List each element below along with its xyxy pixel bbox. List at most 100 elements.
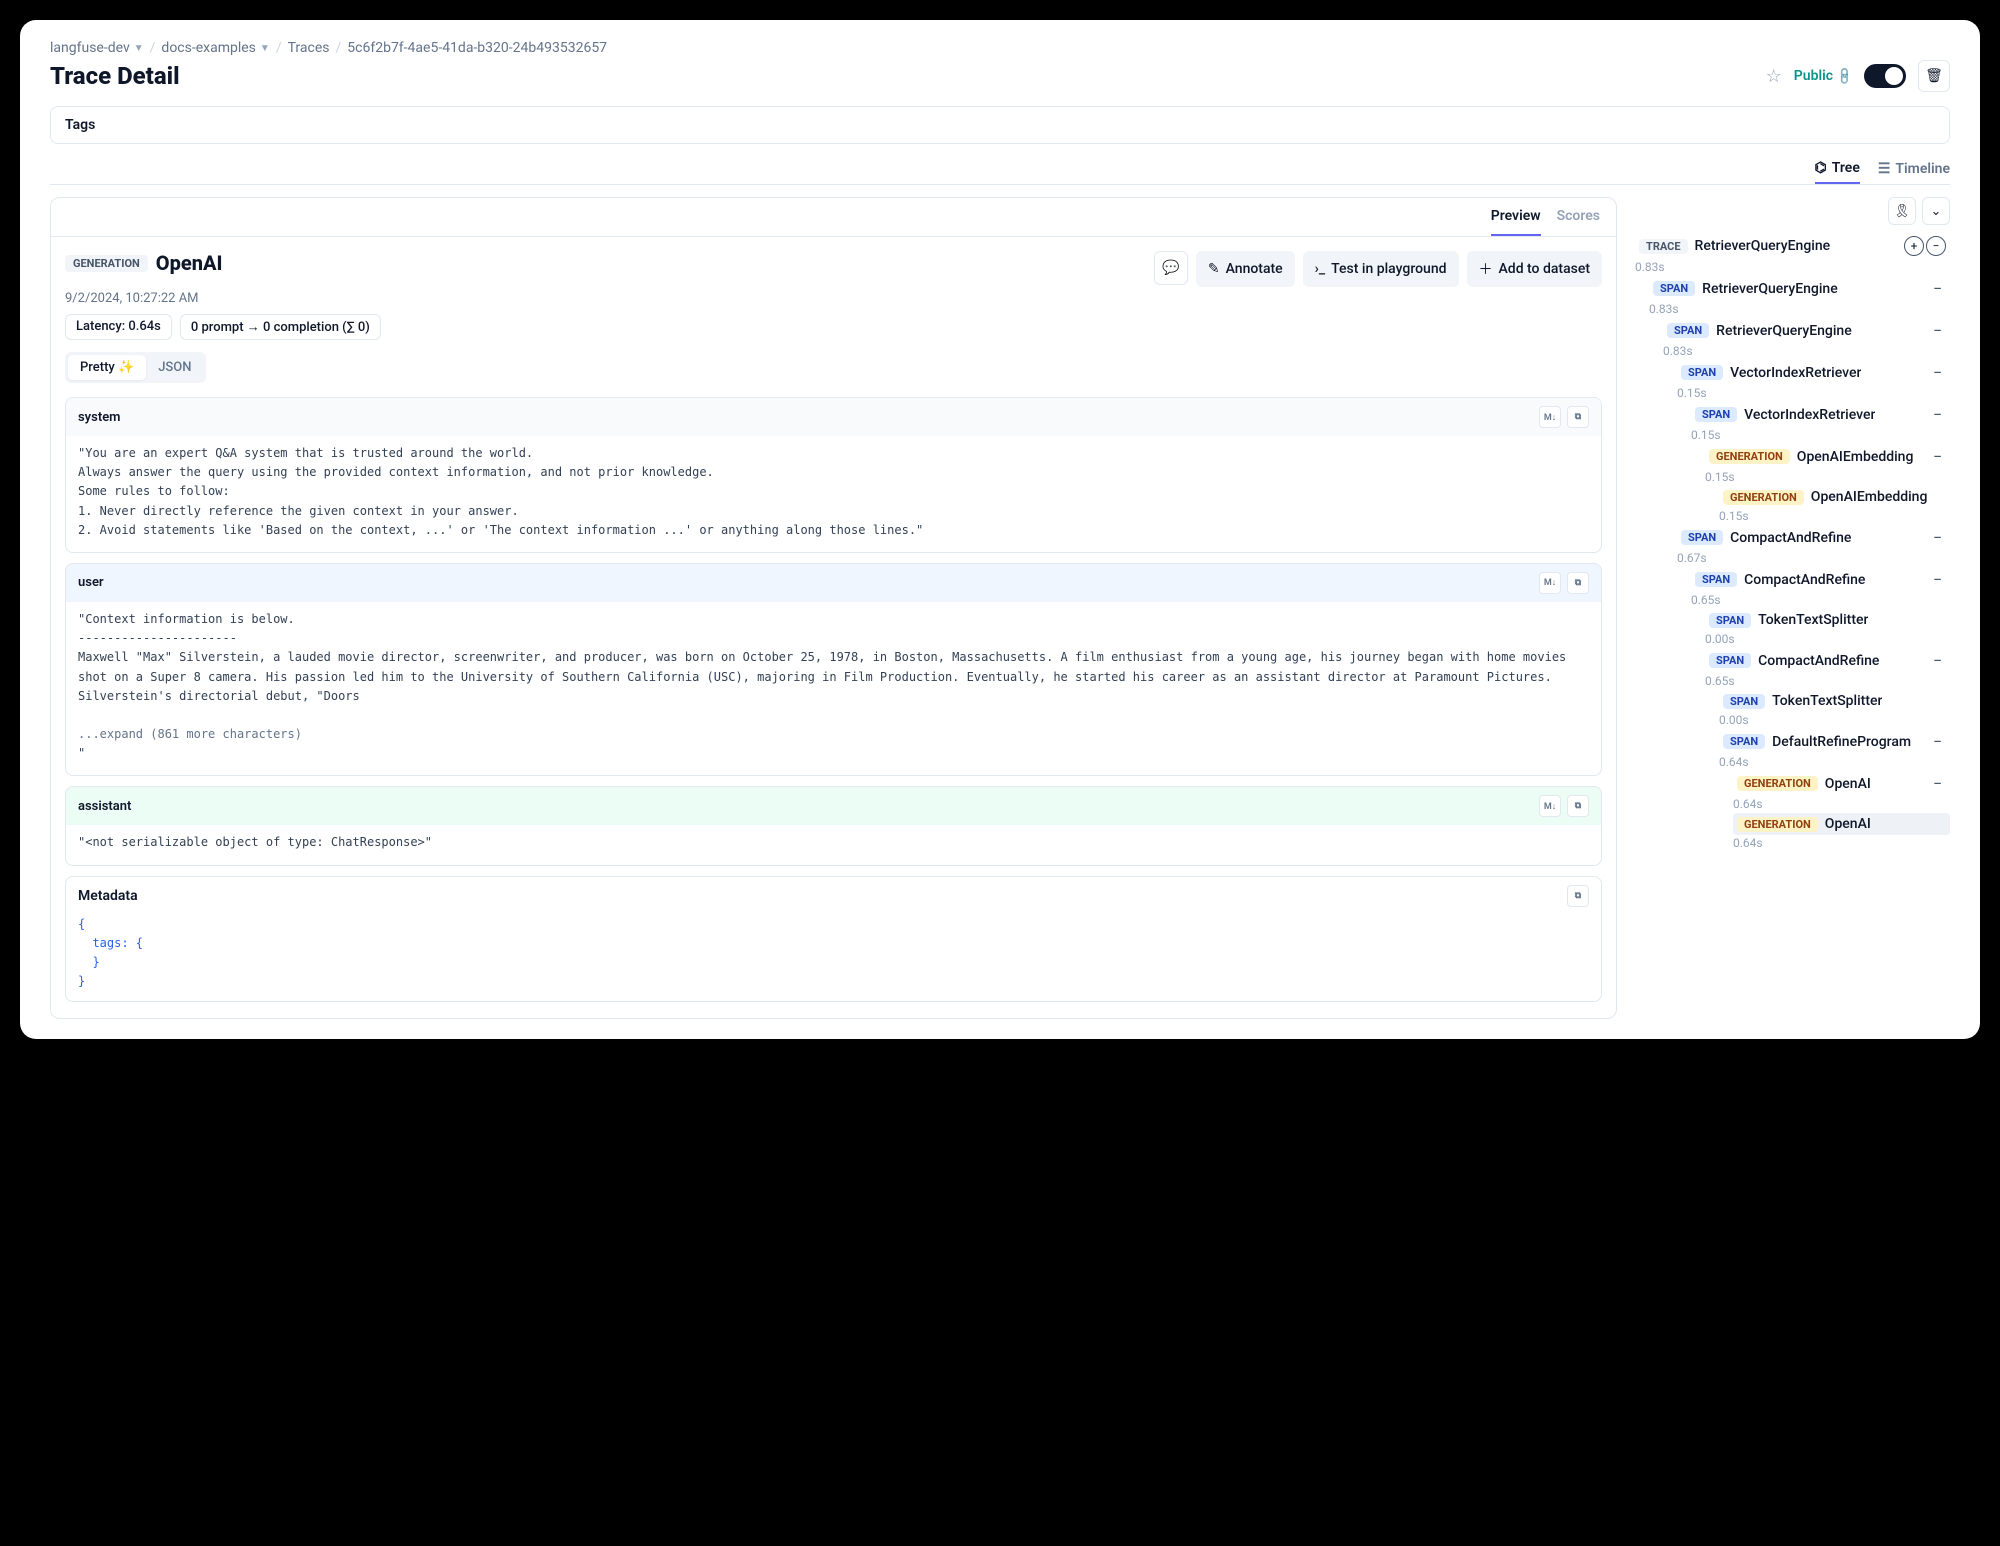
tree-item[interactable]: SPANCompactAndRefine−0.65s <box>1635 648 1950 688</box>
tree-badge: SPAN <box>1653 281 1695 296</box>
link-icon: 🔗 <box>1834 66 1854 86</box>
tree-time: 0.65s <box>1691 593 1950 607</box>
collapse-icon[interactable]: − <box>1929 570 1946 589</box>
format-pretty[interactable]: Pretty ✨ <box>68 355 146 380</box>
tree-name: RetrieverQueryEngine <box>1695 238 1831 254</box>
expand-all-button[interactable]: + <box>1904 236 1924 256</box>
breadcrumb-id: 5c6f2b7f-4ae5-41da-b320-24b493532657 <box>347 40 607 56</box>
format-json[interactable]: JSON <box>146 355 203 380</box>
comment-icon: 💬 <box>1162 260 1179 276</box>
tree-name: VectorIndexRetriever <box>1730 365 1861 381</box>
tab-preview[interactable]: Preview <box>1491 198 1541 236</box>
markdown-button[interactable]: M↓ <box>1539 795 1561 817</box>
public-toggle[interactable] <box>1864 64 1906 88</box>
chevron-down-icon: ▼ <box>260 43 270 54</box>
breadcrumb-separator: / <box>150 40 156 56</box>
collapse-icon[interactable]: − <box>1929 279 1946 298</box>
tree-name: OpenAI <box>1825 776 1871 792</box>
tree-item[interactable]: SPANCompactAndRefine−0.67s <box>1635 525 1950 565</box>
collapse-icon[interactable]: − <box>1929 405 1946 424</box>
timestamp: 9/2/2024, 10:27:22 AM <box>65 291 1602 306</box>
ribbon-icon: 🎗 <box>1894 204 1911 219</box>
add-dataset-button[interactable]: ＋Add to dataset <box>1467 251 1602 287</box>
tree-time: 0.83s <box>1663 344 1950 358</box>
breadcrumb-project[interactable]: langfuse-dev ▼ <box>50 40 144 56</box>
collapse-icon[interactable]: − <box>1929 363 1946 382</box>
generation-name: OpenAI <box>156 251 223 275</box>
badge-button[interactable]: 🎗 <box>1888 197 1916 225</box>
collapse-all-button[interactable]: − <box>1926 236 1946 256</box>
page-title: Trace Detail <box>50 62 180 90</box>
tree-item[interactable]: SPANDefaultRefineProgram−0.64s <box>1635 729 1950 769</box>
tree-item[interactable]: SPANTokenTextSplitter0.00s <box>1635 609 1950 646</box>
delete-button[interactable]: 🗑 <box>1918 60 1950 92</box>
tree-icon: ⌬ <box>1815 160 1827 176</box>
tree-badge: SPAN <box>1709 613 1751 628</box>
copy-button[interactable]: ⧉ <box>1567 406 1589 428</box>
annotate-button[interactable]: ✎Annotate <box>1196 251 1295 287</box>
tree-item[interactable]: SPANRetrieverQueryEngine−0.83s <box>1635 276 1950 316</box>
tree-badge: SPAN <box>1723 734 1765 749</box>
tree-item[interactable]: SPANVectorIndexRetriever−0.15s <box>1635 360 1950 400</box>
tab-scores[interactable]: Scores <box>1557 198 1600 236</box>
collapse-icon[interactable]: − <box>1929 321 1946 340</box>
message-user: user M↓⧉ "Context information is below. … <box>65 563 1602 777</box>
pencil-icon: ✎ <box>1208 261 1220 277</box>
breadcrumb-folder[interactable]: docs-examples ▼ <box>161 40 269 56</box>
tree-time: 0.00s <box>1719 713 1950 727</box>
tree-item[interactable]: SPANVectorIndexRetriever−0.15s <box>1635 402 1950 442</box>
message-role: system <box>78 410 120 425</box>
breadcrumb-section[interactable]: Traces <box>288 40 330 56</box>
collapse-button[interactable]: ⌄ <box>1922 197 1950 225</box>
tree-item[interactable]: SPANTokenTextSplitter0.00s <box>1635 690 1950 727</box>
tree-badge: SPAN <box>1681 530 1723 545</box>
tree-item[interactable]: GENERATIONOpenAIEmbedding−0.15s <box>1635 444 1950 484</box>
tree-item[interactable]: TRACERetrieverQueryEngine+−0.83s <box>1635 233 1950 274</box>
tree-badge: GENERATION <box>1709 449 1790 464</box>
latency-pill: Latency: 0.64s <box>65 314 172 340</box>
tree-item[interactable]: GENERATIONOpenAIEmbedding0.15s <box>1635 486 1950 523</box>
tree-item[interactable]: GENERATIONOpenAI−0.64s <box>1635 771 1950 811</box>
tree-badge: SPAN <box>1709 653 1751 668</box>
tree-badge: SPAN <box>1723 694 1765 709</box>
tab-timeline[interactable]: ☰Timeline <box>1878 154 1950 184</box>
copy-button[interactable]: ⧉ <box>1567 885 1589 907</box>
message-body: "You are an expert Q&A system that is tr… <box>66 436 1601 552</box>
markdown-button[interactable]: M↓ <box>1539 406 1561 428</box>
collapse-icon[interactable]: − <box>1929 732 1946 751</box>
test-playground-button[interactable]: ›_Test in playground <box>1303 251 1459 287</box>
collapse-icon: ⌄ <box>1931 204 1942 219</box>
star-icon[interactable]: ☆ <box>1766 66 1782 87</box>
terminal-icon: ›_ <box>1315 261 1326 277</box>
tree-time: 0.15s <box>1705 470 1950 484</box>
message-role: assistant <box>78 799 131 814</box>
tree-name: CompactAndRefine <box>1758 653 1879 669</box>
tree-time: 0.83s <box>1635 260 1950 274</box>
collapse-icon[interactable]: − <box>1929 528 1946 547</box>
copy-button[interactable]: ⧉ <box>1567 572 1589 594</box>
plus-icon: ＋ <box>1479 259 1493 279</box>
tree-item[interactable]: SPANCompactAndRefine−0.65s <box>1635 567 1950 607</box>
expand-link[interactable]: ...expand (861 more characters) <box>78 727 302 741</box>
tags-box[interactable]: Tags <box>50 106 1950 144</box>
generation-tag: GENERATION <box>65 255 148 272</box>
tree-item[interactable]: SPANRetrieverQueryEngine−0.83s <box>1635 318 1950 358</box>
breadcrumb: langfuse-dev ▼ / docs-examples ▼ / Trace… <box>50 40 1950 56</box>
tree-item[interactable]: GENERATIONOpenAI0.64s <box>1635 813 1950 850</box>
collapse-icon[interactable]: − <box>1929 651 1946 670</box>
tree-badge: GENERATION <box>1723 490 1804 505</box>
collapse-icon[interactable]: − <box>1929 774 1946 793</box>
copy-button[interactable]: ⧉ <box>1567 795 1589 817</box>
collapse-icon[interactable]: − <box>1929 447 1946 466</box>
metadata-body: { tags: { } } <box>66 915 1601 1002</box>
tab-tree[interactable]: ⌬Tree <box>1815 154 1860 184</box>
breadcrumb-separator: / <box>336 40 342 56</box>
tree-badge: SPAN <box>1681 365 1723 380</box>
markdown-button[interactable]: M↓ <box>1539 572 1561 594</box>
message-assistant: assistant M↓ ⧉ "<not serializable object … <box>65 786 1602 865</box>
comment-button[interactable]: 💬 <box>1154 251 1188 285</box>
tree-name: VectorIndexRetriever <box>1744 407 1875 423</box>
metadata-label: Metadata <box>78 888 138 904</box>
chevron-down-icon: ▼ <box>134 43 144 54</box>
message-body: "<not serializable object of type: ChatR… <box>66 825 1601 864</box>
